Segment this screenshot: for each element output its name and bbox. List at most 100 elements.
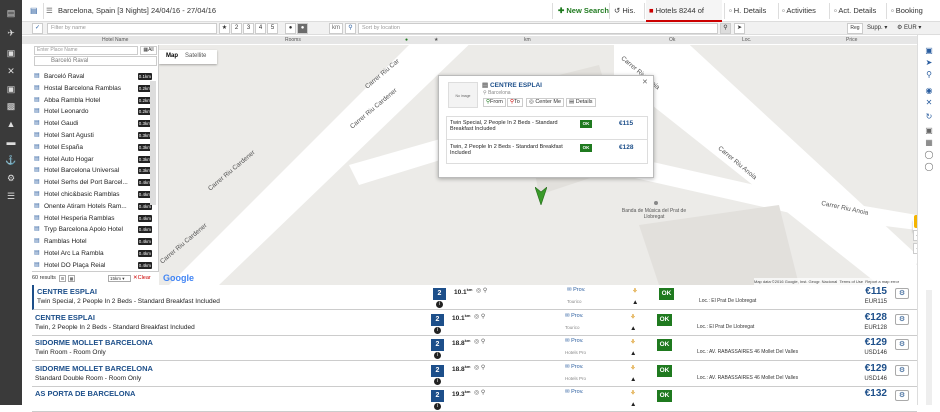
supp-dropdown[interactable]: Supp. ▾ xyxy=(867,24,887,31)
star-4-button[interactable]: 4 xyxy=(255,23,266,34)
radius-dropdown[interactable]: 15km ▾ xyxy=(108,275,131,282)
all-button[interactable]: ▦All xyxy=(140,46,157,55)
pin-outline-icon[interactable]: ◯ xyxy=(918,161,940,173)
list-item[interactable]: ▤ Hostal Barcelona Ramblas 0.2km xyxy=(32,83,154,94)
scrollbar[interactable] xyxy=(926,290,932,405)
hotel-name[interactable]: CENTRE ESPLAI xyxy=(37,287,97,296)
tab-booking[interactable]: ▫ Booking xyxy=(891,0,923,22)
list-item[interactable]: ▤ Onente Atiram Hotels Ram... 0.4km xyxy=(32,201,154,212)
tab-activities[interactable]: ▫ Activities xyxy=(782,0,816,22)
list-item[interactable]: ▤ Hotel DO Plaça Reial 0.4km xyxy=(32,260,154,271)
grid-toggle-icon[interactable]: ▦ xyxy=(68,275,75,282)
list-item[interactable]: ▤ Hotel Barcelona Universal 0.3km xyxy=(32,165,154,176)
list-item[interactable]: ▤ Hotel Auto Hogar 0.3km xyxy=(32,154,154,165)
satellite-tab[interactable]: Satellite xyxy=(185,53,206,59)
globe-icon[interactable]: ● xyxy=(285,23,296,34)
eye-icon[interactable]: ◉ xyxy=(918,85,940,97)
pin-icon[interactable]: ⚲ xyxy=(918,69,940,81)
add-button[interactable]: ⚙ xyxy=(895,364,909,376)
details-button[interactable]: ▤ Details xyxy=(566,98,596,107)
list-item[interactable]: ▤ Barceló Raval 0.1km xyxy=(32,71,154,82)
list-item[interactable]: ▤ Hotel Hesperia Ramblas 0.4km xyxy=(32,213,154,224)
refresh-icon[interactable]: ↻ xyxy=(918,111,940,123)
name-filter-input[interactable]: Filter by name xyxy=(47,23,217,34)
gear-icon[interactable]: ⚙ xyxy=(0,170,22,186)
map-marker-icon[interactable] xyxy=(535,187,547,205)
list-item[interactable]: ▤ Hotel chic&basic Ramblas 0.4km xyxy=(32,189,154,200)
location-icon[interactable]: ➤ xyxy=(918,57,940,69)
list-item[interactable]: ▤ Hotel Gaudi 0.3km xyxy=(32,118,154,129)
list-item[interactable]: ▤ Ramblas Hotel 0.4km xyxy=(32,236,154,247)
list-item[interactable]: ▤ Tryp Barcelona Apolo Hotel 0.4km xyxy=(32,224,154,235)
map-tab[interactable]: Map xyxy=(166,53,178,59)
add-button[interactable]: ⚙ xyxy=(895,390,909,401)
car-icon[interactable]: ▣ xyxy=(918,45,940,57)
col-rooms[interactable]: Rooms xyxy=(285,36,301,44)
add-button[interactable]: ⚙ xyxy=(895,313,909,325)
pin-outline-icon[interactable]: ◯ xyxy=(918,149,940,161)
info-icon[interactable]: i xyxy=(434,326,441,334)
table-row[interactable]: CENTRE ESPLAI Twin Special, 2 People In 2… xyxy=(32,285,917,310)
selected-hotel-input[interactable]: Barceló Raval xyxy=(34,56,157,66)
place-name-input[interactable]: Enter Place Name xyxy=(34,46,138,55)
scrollbar[interactable] xyxy=(150,81,156,205)
col-star[interactable]: ★ xyxy=(434,36,438,44)
hotel-name[interactable]: SIDORME MOLLET BARCELONA xyxy=(35,338,153,347)
car-icon[interactable]: ▣ xyxy=(0,45,22,61)
print-icon[interactable]: ▦ xyxy=(918,137,940,149)
infobox-room-row[interactable]: Twin, 2 People In 2 Beds - Standard Brea… xyxy=(447,141,647,164)
pin-icon[interactable]: ⚲ xyxy=(720,23,731,34)
infobox-title[interactable]: ▤ CENTRE ESPLAI xyxy=(482,81,542,89)
hotel-name[interactable]: SIDORME MOLLET BARCELONA xyxy=(35,364,153,373)
star-2-button[interactable]: 2 xyxy=(231,23,242,34)
tab-activity-details[interactable]: ▫ Act. Details xyxy=(834,0,876,22)
hotel-name[interactable]: CENTRE ESPLAI xyxy=(35,313,95,322)
add-button[interactable]: ⚙ xyxy=(895,288,909,299)
table-row[interactable]: SIDORME MOLLET BARCELONA Standard Double … xyxy=(32,361,917,387)
location-pin-icon[interactable]: ⚲ xyxy=(345,23,356,34)
list-toggle-icon[interactable]: ☰ xyxy=(59,275,66,282)
location-sort-input[interactable]: Sort by location xyxy=(358,23,718,34)
close-icon[interactable]: ✕ xyxy=(918,97,940,109)
ticket-icon[interactable]: ▣ xyxy=(0,81,22,97)
add-button[interactable]: ⚙ xyxy=(895,339,909,350)
star-3-button[interactable]: 3 xyxy=(243,23,254,34)
star-5-button[interactable]: 5 xyxy=(267,23,278,34)
from-button[interactable]: ⚲From xyxy=(483,98,506,107)
info-icon[interactable]: i xyxy=(434,403,441,410)
clear-button[interactable]: ✕Clear xyxy=(133,272,151,285)
cruise-icon[interactable]: ▲ xyxy=(0,116,22,132)
close-icon[interactable]: ✕ xyxy=(642,78,648,86)
train-icon[interactable]: ▬ xyxy=(0,134,22,150)
star-icon[interactable]: ★ xyxy=(219,23,230,34)
infobox-room-row[interactable]: Twin Special, 2 People In 2 Beds - Stand… xyxy=(447,117,647,140)
info-icon[interactable]: i xyxy=(436,301,443,308)
col-ok[interactable]: Ok xyxy=(669,36,675,44)
new-search-button[interactable]: ✚ New Search xyxy=(558,0,609,22)
bus-icon[interactable]: ▩ xyxy=(0,98,22,114)
list-item[interactable]: ▤ Hotel Sant Agusti 0.3km xyxy=(32,130,154,141)
history-button[interactable]: ↺ His. xyxy=(614,0,635,22)
list-icon[interactable]: ☰ xyxy=(0,188,22,204)
check-icon[interactable]: ✓ xyxy=(32,23,43,34)
currency-dropdown[interactable]: ⚙ EUR ▾ xyxy=(897,24,921,31)
info-icon[interactable]: i xyxy=(434,377,441,385)
plane-icon[interactable]: ✈ xyxy=(0,25,22,41)
reg-toggle[interactable]: Reg xyxy=(847,23,863,34)
transfer-icon[interactable]: ✕ xyxy=(0,63,22,79)
to-button[interactable]: ⚲To xyxy=(507,98,523,107)
arrow-icon[interactable]: ➤ xyxy=(734,23,745,34)
col-km[interactable]: km xyxy=(524,36,531,44)
info-icon[interactable]: i xyxy=(434,352,441,359)
col-price[interactable]: Price xyxy=(846,36,857,44)
list-item[interactable]: ▤ Hotel Leonardo 0.2km xyxy=(32,106,154,117)
col-hotel-name[interactable]: Hotel Name xyxy=(102,36,128,44)
col-loc[interactable]: Loc. xyxy=(742,36,751,44)
table-row[interactable]: SIDORME MOLLET BARCELONA Twin Room - Room… xyxy=(32,336,917,361)
col-status-icon[interactable]: ● xyxy=(405,36,408,44)
anchor-icon[interactable]: ⚓ xyxy=(0,152,22,168)
list-item[interactable]: ▤ Hotel Serhs del Port Barcel... 0.4km xyxy=(32,177,154,188)
menu-icon[interactable]: ☰ xyxy=(46,0,53,22)
list-item[interactable]: ▤ Abba Rambla Hotel 0.2km xyxy=(32,95,154,106)
table-row[interactable]: CENTRE ESPLAI Twin, 2 People In 2 Beds - … xyxy=(32,310,917,336)
